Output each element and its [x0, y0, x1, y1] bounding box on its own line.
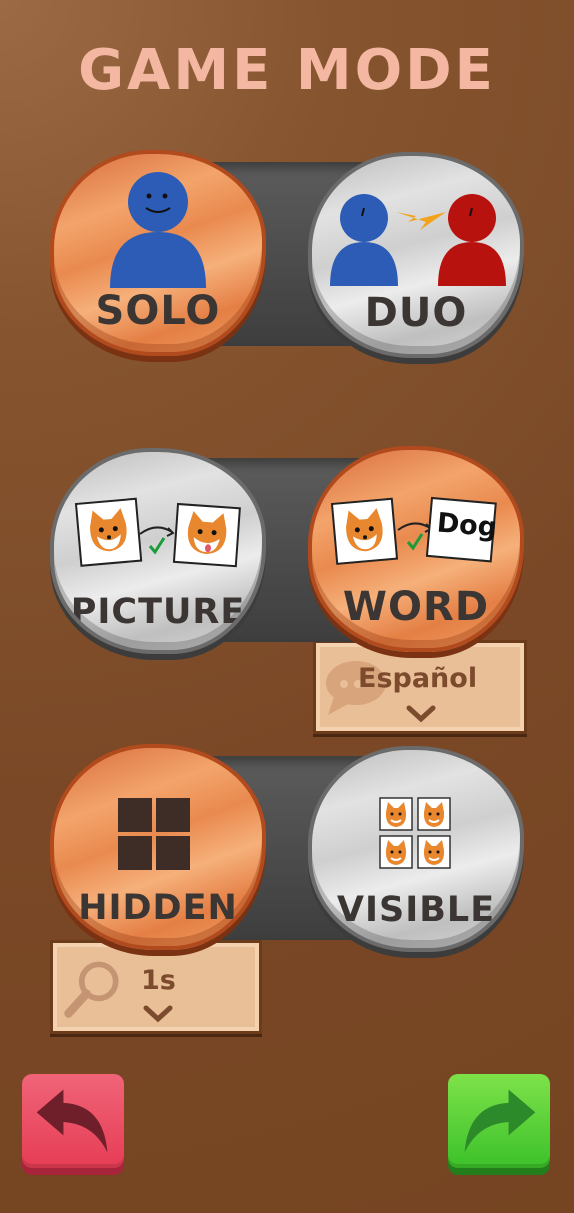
answer-mode-toggle[interactable]: PICTURE Dog WORD	[50, 446, 524, 654]
word-option[interactable]: Dog WORD	[308, 446, 524, 652]
two-players-icon	[330, 194, 506, 286]
picture-label: PICTURE	[70, 592, 246, 632]
chevron-down-icon	[406, 705, 436, 723]
solo-option[interactable]: SOLO	[50, 150, 266, 356]
peek-time-select[interactable]: 1s	[50, 940, 262, 1034]
duo-label: DUO	[364, 290, 468, 336]
next-button[interactable]	[448, 1074, 550, 1168]
visible-cards-icon	[379, 797, 451, 869]
duo-option[interactable]: DUO	[308, 152, 524, 358]
player-mode-toggle[interactable]: DUO SOLO	[50, 150, 524, 358]
picture-option[interactable]: PICTURE	[50, 448, 266, 654]
word-card-text: Dog	[435, 507, 499, 544]
word-label: WORD	[342, 584, 490, 630]
visible-option[interactable]: VISIBLE	[308, 746, 524, 952]
card-visibility-toggle[interactable]: VISIBLE HIDDEN	[50, 744, 524, 952]
single-player-icon	[110, 172, 206, 288]
chevron-down-icon	[143, 1005, 173, 1023]
language-value: Español	[358, 663, 478, 694]
hidden-label: HIDDEN	[78, 888, 238, 928]
solo-label: SOLO	[95, 288, 221, 334]
peek-time-value: 1s	[141, 965, 176, 996]
hidden-cards-icon	[118, 798, 190, 870]
back-button[interactable]	[22, 1074, 124, 1168]
magnifier-icon	[64, 961, 119, 1018]
curved-arrow-left-icon	[36, 1089, 108, 1153]
page-title: GAME MODE	[78, 38, 496, 103]
curved-arrow-right-icon	[464, 1089, 536, 1153]
hidden-option[interactable]: HIDDEN	[50, 744, 266, 950]
visible-label: VISIBLE	[336, 890, 496, 930]
picture-to-picture-icon	[74, 497, 241, 568]
language-select[interactable]: Español	[313, 640, 527, 734]
